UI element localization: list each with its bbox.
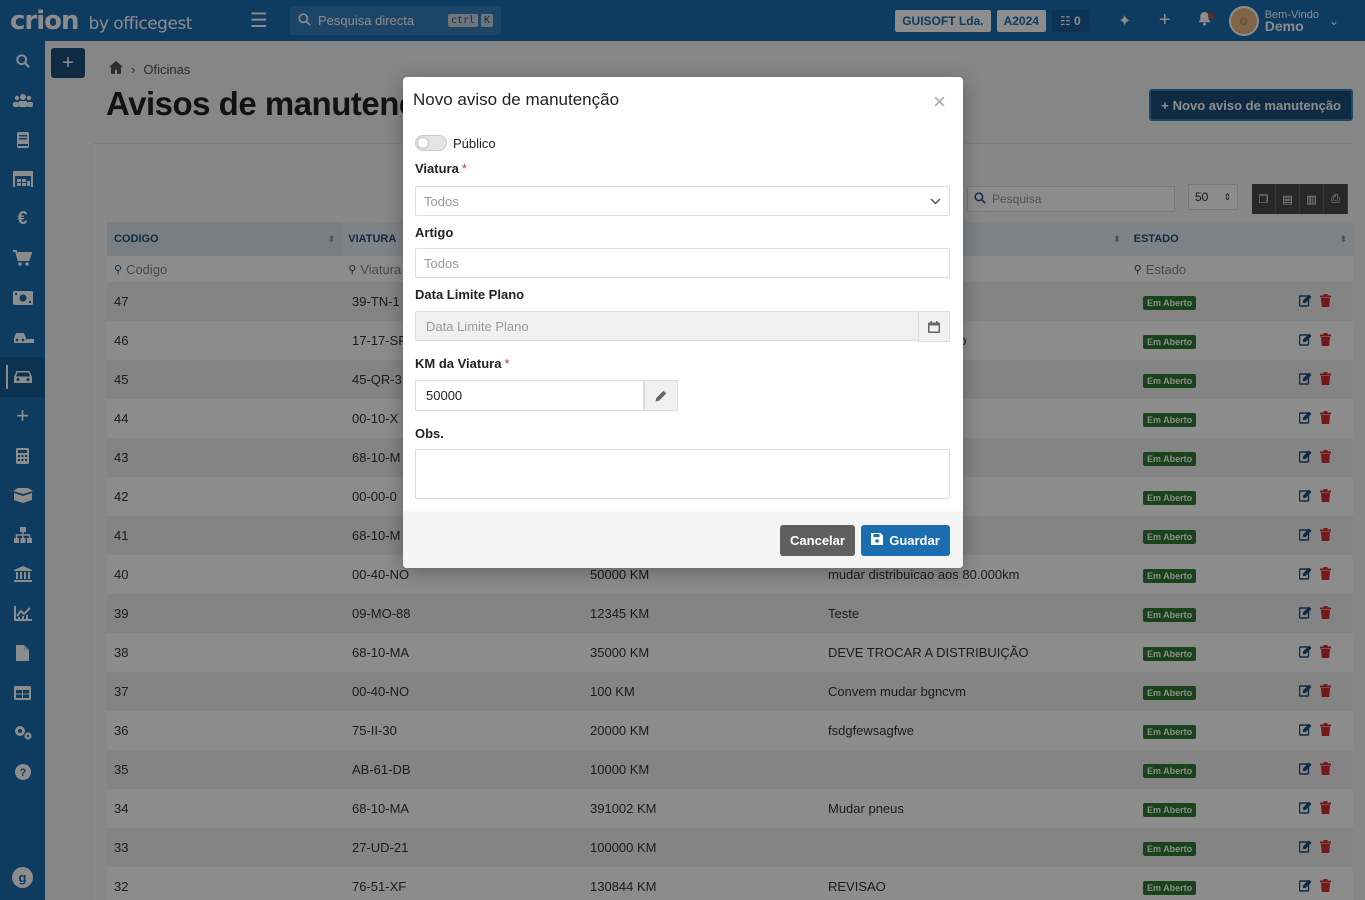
artigo-label: Artigo	[415, 225, 454, 240]
data-limite-label: Data Limite Plano	[415, 287, 525, 302]
close-icon[interactable]: ×	[933, 89, 946, 115]
obs-label: Obs.	[415, 426, 444, 441]
km-label-text: KM da Viatura	[415, 356, 502, 371]
artigo-input[interactable]: Todos	[415, 248, 950, 278]
chevron-down-icon	[930, 194, 941, 208]
viatura-select[interactable]: Todos	[415, 186, 950, 216]
obs-textarea[interactable]	[415, 449, 950, 499]
modal-title: Novo aviso de manutenção	[413, 90, 620, 109]
new-maintenance-modal: Novo aviso de manutenção × Público Viatu…	[403, 77, 963, 568]
required-marker: *	[461, 161, 467, 176]
viatura-label-text: Viatura	[415, 161, 459, 176]
data-limite-placeholder: Data Limite Plano	[426, 318, 529, 334]
artigo-placeholder: Todos	[424, 255, 459, 271]
pencil-icon[interactable]	[644, 380, 678, 411]
public-toggle[interactable]	[415, 135, 447, 151]
save-icon	[871, 533, 884, 548]
data-limite-input[interactable]: Data Limite Plano	[415, 311, 919, 341]
km-value: 50000	[426, 388, 463, 403]
public-label: Público	[453, 136, 496, 151]
save-label: Guardar	[889, 533, 940, 548]
viatura-value: Todos	[424, 193, 459, 209]
km-label: KM da Viatura *	[415, 356, 510, 371]
required-marker: *	[504, 356, 510, 371]
save-button[interactable]: Guardar	[861, 525, 950, 556]
modal-footer: Cancelar Guardar	[403, 511, 963, 568]
calendar-icon[interactable]	[918, 311, 950, 342]
cancel-button[interactable]: Cancelar	[780, 525, 855, 556]
viatura-label: Viatura *	[415, 161, 467, 176]
km-input[interactable]: 50000	[415, 380, 644, 411]
